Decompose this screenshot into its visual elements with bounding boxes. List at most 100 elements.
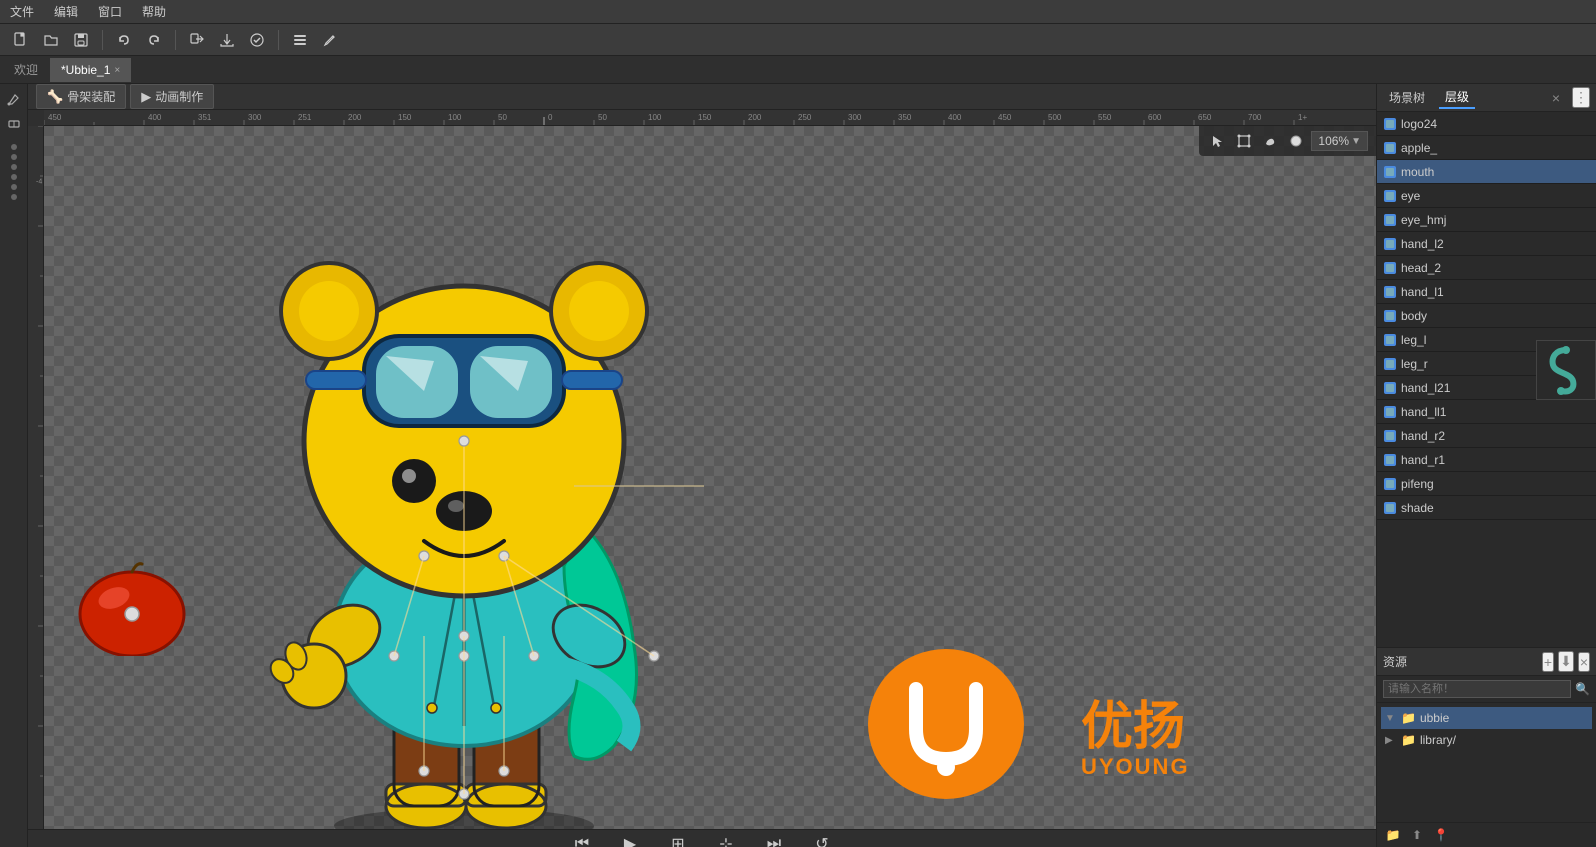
timeline-loop-button[interactable]: ↺ [808,830,836,847]
resource-close-button[interactable]: × [1578,652,1590,672]
tab-ubbie[interactable]: *Ubbie_1 × [50,58,131,82]
transform-tool-button[interactable] [1233,130,1255,152]
new-file-button[interactable] [8,27,34,53]
scene-tree-tab[interactable]: 场景树 [1383,87,1431,108]
mode-bar: 🦴 骨架装配 ▶ 动画制作 [28,84,1376,110]
skeleton-mode-button[interactable]: 🦴 骨架装配 [36,84,126,109]
horizontal-ruler: .rt{font-size:8px;fill:#888;} 450 400 35… [44,110,1376,126]
animation-icon: ▶ [141,89,151,105]
zoom-display: 106% ▼ [1311,131,1368,151]
timeline-start-button[interactable]: ⏮ [568,830,596,847]
resource-name-ubbie: ubbie [1420,711,1449,725]
layer-panel-close[interactable]: × [1552,90,1560,106]
open-file-button[interactable] [38,27,64,53]
paint-tool-button[interactable] [1259,130,1281,152]
svg-text:251: 251 [298,113,312,122]
resource-tree: ▼ 📁 ubbie ▶ 📁 library/ [1377,703,1596,822]
layer-item-shade[interactable]: shade [1377,496,1596,520]
canvas-main-area: .vt{font-size:7px;fill:#888;writing-mode… [28,126,1376,829]
svg-text:150: 150 [698,113,712,122]
resource-locate-button[interactable]: 📍 [1431,825,1451,845]
resource-search-icon[interactable]: 🔍 [1575,682,1590,696]
ubbie-icon-widget [1536,340,1596,400]
layer-tab[interactable]: 层级 [1439,86,1475,109]
red-apple-object[interactable] [72,556,192,656]
timeline-end-button[interactable]: ⏭ [760,830,788,847]
resource-new-folder-button[interactable]: 📁 [1383,825,1403,845]
save-file-button[interactable] [68,27,94,53]
layer-icon-head_2 [1383,261,1397,275]
resource-search-input[interactable] [1383,680,1571,698]
layer-item-eye[interactable]: eye [1377,184,1596,208]
layer-item-apple_[interactable]: apple_ [1377,136,1596,160]
import-button[interactable] [184,27,210,53]
svg-text:优扬: 优扬 [1081,698,1185,756]
layer-item-pifeng[interactable]: pifeng [1377,472,1596,496]
svg-text:700: 700 [1248,113,1262,122]
resource-item-library/[interactable]: ▶ 📁 library/ [1381,729,1592,751]
publish-button[interactable] [244,27,270,53]
menu-bar: 文件 编辑 窗口 帮助 [0,0,1596,24]
svg-text:250: 250 [798,113,812,122]
layer-item-hand_r1[interactable]: hand_r1 [1377,448,1596,472]
resource-import-button[interactable]: ⬇ [1558,651,1574,672]
svg-text:300: 300 [248,113,262,122]
export-button[interactable] [214,27,240,53]
svg-text:50: 50 [498,113,507,122]
left-dot-3 [11,164,17,170]
redo-button[interactable] [141,27,167,53]
svg-text:50: 50 [598,113,607,122]
layer-item-logo24[interactable]: logo24 [1377,112,1596,136]
layer-name-logo24: logo24 [1401,117,1590,131]
resource-item-ubbie[interactable]: ▼ 📁 ubbie [1381,707,1592,729]
draw-tool-button[interactable] [3,88,25,110]
layer-item-mouth[interactable]: mouth [1377,160,1596,184]
layer-name-head_2: head_2 [1401,261,1590,275]
tab-ubbie-close[interactable]: × [114,65,120,76]
timeline-transform-button[interactable]: ⊹ [712,830,740,847]
eraser-tool-button[interactable] [3,112,25,134]
layer-name-body: body [1401,309,1590,323]
layer-icon-hand_r2 [1383,429,1397,443]
menu-help[interactable]: 帮助 [138,1,170,22]
fill-tool-button[interactable] [1285,130,1307,152]
canvas-with-ruler: .rt{font-size:8px;fill:#888;} 450 400 35… [28,110,1376,829]
layer-icon-hand_r1 [1383,453,1397,467]
animation-mode-button[interactable]: ▶ 动画制作 [130,84,214,109]
zoom-dropdown-icon[interactable]: ▼ [1351,136,1361,147]
resource-label: 资源 [1383,653,1538,670]
edit-button[interactable] [317,27,343,53]
drawing-viewport[interactable]: 106% ▼ [44,126,1376,829]
folder-icon-ubbie: 📁 [1401,711,1416,725]
viewport-controls: 106% ▼ [1199,126,1376,156]
menu-file[interactable]: 文件 [6,1,38,22]
timeline-fit-button[interactable]: ⊞ [664,830,692,847]
left-dot-5 [11,184,17,190]
layer-item-hand_ll1[interactable]: hand_ll1 [1377,400,1596,424]
vertical-ruler: .vt{font-size:7px;fill:#888;writing-mode… [28,126,44,829]
resource-add-button[interactable]: + [1542,652,1554,672]
undo-button[interactable] [111,27,137,53]
layer-item-eye_hmj[interactable]: eye_hmj [1377,208,1596,232]
pointer-tool-button[interactable] [1207,130,1229,152]
svg-text:0: 0 [548,113,553,122]
tab-welcome[interactable]: 欢迎 [4,57,48,82]
uyoung-logo: 优扬 UYOUNG [866,649,1296,809]
resource-import2-button[interactable]: ⬆ [1407,825,1427,845]
layer-item-hand_l1[interactable]: hand_l1 [1377,280,1596,304]
layer-item-hand_l2[interactable]: hand_l2 [1377,232,1596,256]
svg-text:351: 351 [198,113,212,122]
timeline-play-button[interactable]: ▶ [616,830,644,847]
svg-text:450: 450 [48,113,62,122]
layer-panel-icon-btn[interactable]: ⋮ [1572,87,1590,108]
layer-item-body[interactable]: body [1377,304,1596,328]
menu-edit[interactable]: 编辑 [50,1,82,22]
layer-item-head_2[interactable]: head_2 [1377,256,1596,280]
layer-name-hand_l1: hand_l1 [1401,285,1590,299]
menu-window[interactable]: 窗口 [94,1,126,22]
layer-item-hand_r2[interactable]: hand_r2 [1377,424,1596,448]
svg-text:400: 400 [148,113,162,122]
settings-button[interactable] [287,27,313,53]
svg-text:600: 600 [1148,113,1162,122]
svg-text:550: 550 [1098,113,1112,122]
